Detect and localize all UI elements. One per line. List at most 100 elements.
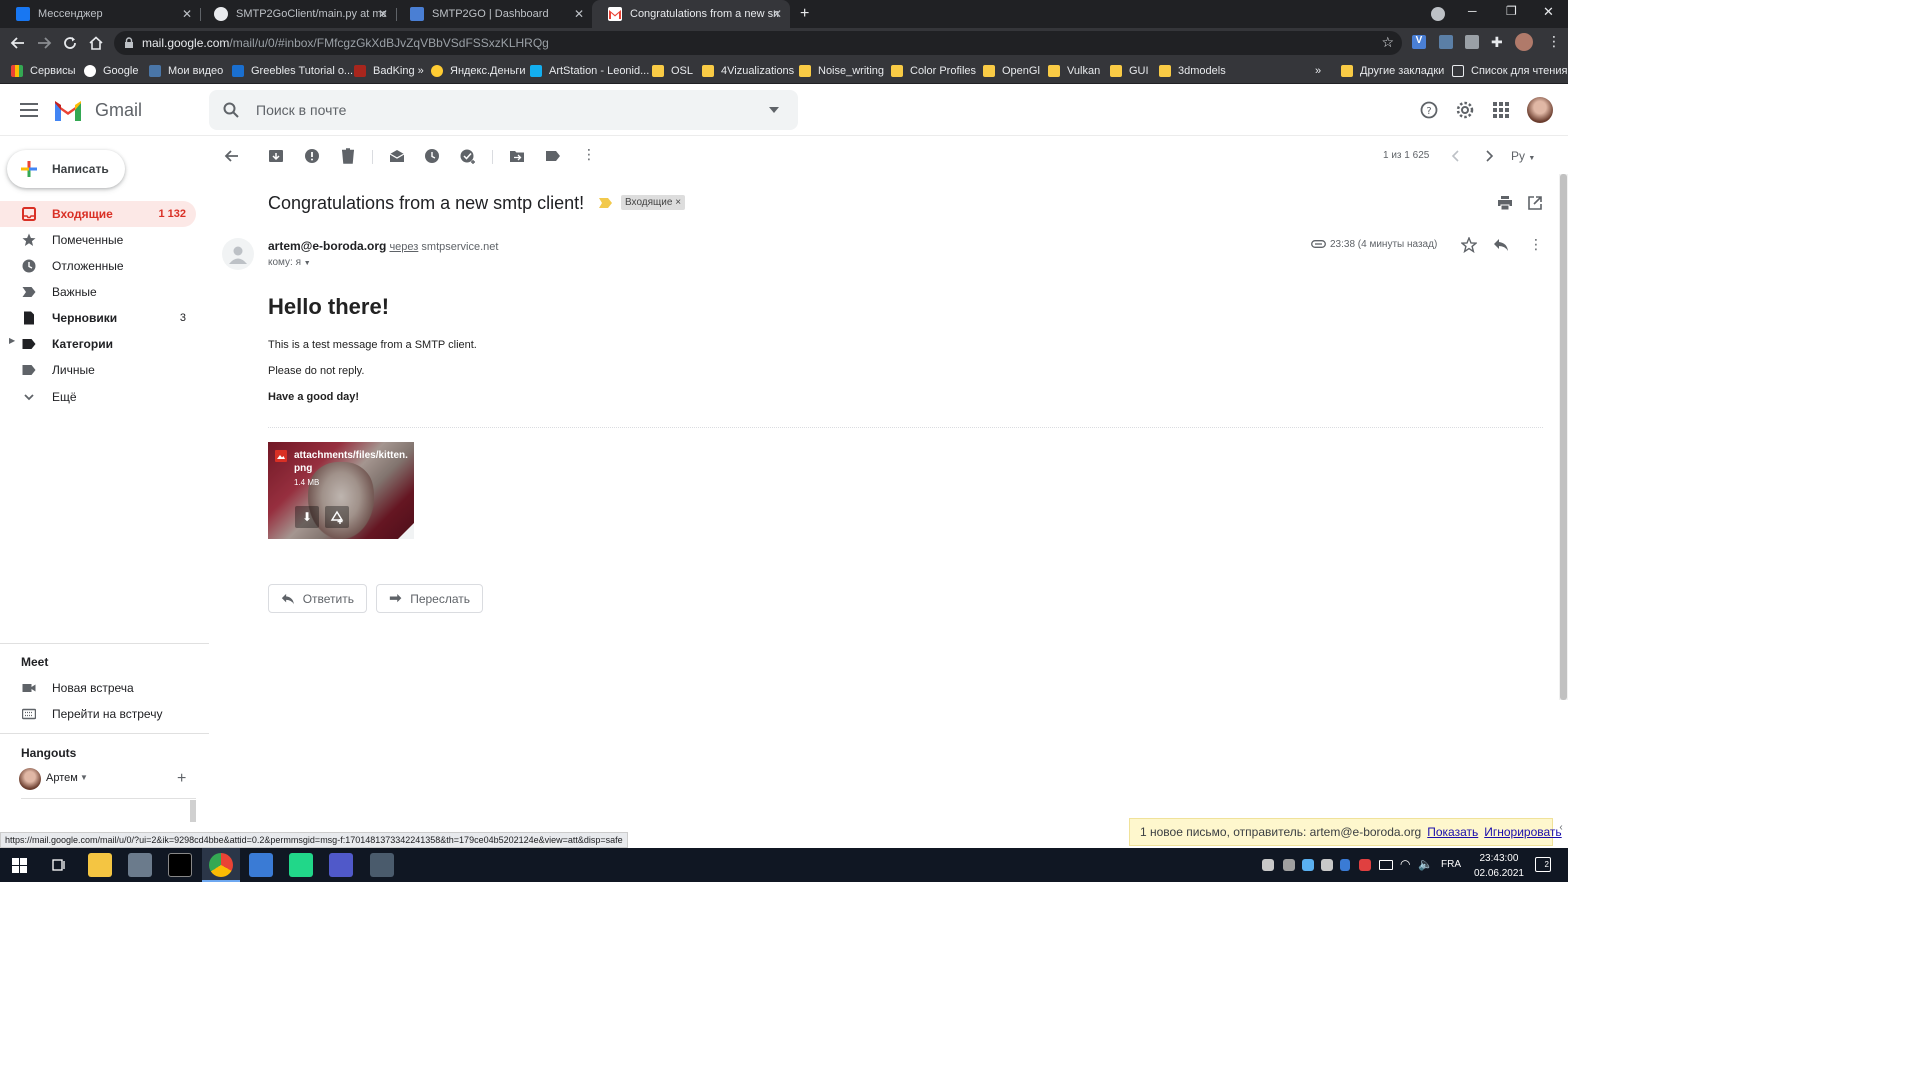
tab-github[interactable]: SMTP2GoClient/main.py at mast ✕	[198, 0, 396, 28]
meet-join-meeting[interactable]: Перейти на встречу	[0, 701, 196, 727]
new-tab-icon[interactable]: +	[800, 5, 809, 23]
forward-button[interactable]: Переслать	[376, 584, 483, 613]
bookmark-folder[interactable]: GUI	[1110, 63, 1149, 79]
minimize-icon[interactable]: ─	[1468, 4, 1477, 18]
sender-avatar[interactable]	[222, 238, 254, 270]
sidebar-item-starred[interactable]: Помеченные	[0, 227, 196, 253]
mark-unread-icon[interactable]	[389, 148, 405, 164]
more-actions-icon[interactable]: ⋮	[582, 146, 596, 163]
back-to-inbox-icon[interactable]	[223, 148, 239, 164]
bookmark-folder[interactable]: OSL	[652, 63, 693, 79]
back-icon[interactable]	[10, 35, 26, 51]
search-input[interactable]: Поиск в почте	[256, 102, 346, 118]
search-icon[interactable]	[223, 102, 239, 118]
tray-icon[interactable]	[1302, 859, 1314, 871]
settings-gear-icon[interactable]	[1456, 101, 1474, 119]
close-icon[interactable]: ✕	[574, 7, 584, 21]
print-icon[interactable]	[1497, 196, 1513, 210]
tray-icon[interactable]	[1262, 859, 1274, 871]
message-more-icon[interactable]: ⋮	[1529, 236, 1543, 253]
bookmark-folder[interactable]: Color Profiles	[891, 63, 976, 79]
via-link[interactable]: через	[389, 241, 418, 253]
tray-icon[interactable]	[1283, 859, 1295, 871]
steam-icon[interactable]	[1321, 859, 1333, 871]
chevron-left-icon[interactable]	[1448, 148, 1464, 164]
delete-icon[interactable]	[340, 148, 356, 164]
bookmark-item[interactable]: Яндекс.Деньги	[431, 63, 526, 79]
close-icon[interactable]: ✕	[182, 7, 192, 21]
bookmark-item[interactable]: ArtStation - Leonid...	[530, 63, 649, 79]
tray-icon[interactable]	[1359, 859, 1371, 871]
tab-messenger[interactable]: Мессенджер ✕	[0, 0, 200, 28]
reload-icon[interactable]	[62, 35, 78, 51]
download-icon[interactable]: ⬇	[295, 506, 319, 528]
bookmark-folder[interactable]: Noise_writing	[799, 63, 884, 79]
address-bar[interactable]: mail.google.com/mail/u/0/#inbox/FMfcgzGk…	[114, 31, 1402, 55]
extension-icon[interactable]	[1465, 35, 1479, 49]
expand-arrow-icon[interactable]: ▶	[9, 336, 15, 345]
notification-show-link[interactable]: Показать	[1427, 825, 1478, 839]
file-explorer-icon[interactable]	[88, 853, 112, 877]
sidebar-item-inbox[interactable]: Входящие 1 132	[0, 201, 196, 227]
close-icon[interactable]: ✕	[772, 7, 782, 21]
snooze-clock-icon[interactable]	[424, 148, 440, 164]
search-bar[interactable]: Поиск в почте	[209, 90, 798, 130]
sidebar-item-drafts[interactable]: Черновики 3	[0, 305, 196, 331]
visual-studio-code-icon[interactable]	[249, 853, 273, 877]
bookmark-folder[interactable]: 4Vizualizations	[702, 63, 794, 79]
window-close-icon[interactable]: ✕	[1543, 4, 1554, 20]
message-scrollbar-thumb[interactable]	[1560, 174, 1567, 700]
save-to-drive-icon[interactable]	[325, 506, 349, 528]
system-clock[interactable]: 23:43:00 02.06.2021	[1474, 851, 1524, 881]
account-avatar[interactable]	[1527, 97, 1553, 123]
apps-grid-icon[interactable]	[1493, 102, 1509, 118]
star-message-icon[interactable]	[1461, 237, 1477, 253]
remove-label-icon[interactable]: ×	[675, 197, 681, 208]
chevron-right-icon[interactable]	[1481, 148, 1497, 164]
more-bookmarks-button[interactable]: »	[1315, 63, 1321, 79]
hangouts-scrollbar[interactable]	[190, 800, 196, 822]
restore-icon[interactable]: ❐	[1506, 4, 1517, 18]
compose-button[interactable]: Написать	[7, 150, 125, 188]
tab-smtp2go[interactable]: SMTP2GO | Dashboard ✕	[394, 0, 592, 28]
notification-ignore-link[interactable]: Игнорировать	[1484, 825, 1561, 839]
reply-button[interactable]: Ответить	[268, 584, 367, 613]
volume-icon[interactable]: 🔈	[1418, 857, 1433, 871]
battery-icon[interactable]	[1379, 860, 1393, 870]
terminal-icon[interactable]	[168, 853, 192, 877]
wifi-icon[interactable]: ◠	[1400, 857, 1410, 871]
app-icon[interactable]	[370, 853, 394, 877]
hangouts-avatar[interactable]	[19, 768, 41, 790]
importance-marker-icon[interactable]	[599, 198, 613, 208]
reply-icon[interactable]	[1493, 238, 1509, 252]
sender-email[interactable]: artem@e-boroda.org	[268, 239, 386, 253]
labels-icon[interactable]	[545, 148, 561, 164]
recipient-line[interactable]: кому: я ▼	[268, 257, 311, 268]
chrome-menu-icon[interactable]: ⋮	[1547, 33, 1561, 50]
chevron-down-icon[interactable]: ▼	[304, 260, 311, 267]
close-icon[interactable]: ✕	[378, 7, 388, 21]
windows-start-icon[interactable]	[12, 858, 27, 873]
profile-avatar[interactable]	[1515, 33, 1533, 51]
bookmark-item[interactable]: Сервисы	[11, 63, 76, 79]
bookmark-star-icon[interactable]: ☆	[1381, 34, 1394, 51]
other-bookmarks-folder[interactable]: Другие закладки	[1341, 63, 1444, 79]
app-icon[interactable]	[128, 853, 152, 877]
move-to-icon[interactable]	[509, 148, 525, 164]
open-in-new-window-icon[interactable]	[1528, 196, 1542, 210]
reading-list-button[interactable]: Список для чтения	[1452, 63, 1567, 79]
hangouts-user[interactable]: Артем	[46, 772, 78, 784]
bookmark-item[interactable]: Greebles Tutorial o...	[232, 63, 353, 79]
tab-search-icon[interactable]	[1431, 7, 1445, 21]
tab-gmail-active[interactable]: Congratulations from a new smt ✕	[592, 0, 790, 28]
bookmark-folder[interactable]: OpenGl	[983, 63, 1040, 79]
add-contact-icon[interactable]: +	[177, 770, 186, 788]
input-language-button[interactable]: Ру ▼	[1511, 149, 1535, 163]
sidebar-item-important[interactable]: Важные	[0, 279, 196, 305]
sidebar-item-personal[interactable]: Личные	[0, 357, 196, 383]
search-options-icon[interactable]	[769, 107, 779, 113]
bookmark-item[interactable]: Google	[84, 63, 138, 79]
chevron-down-icon[interactable]: ▼	[80, 773, 88, 782]
action-center-icon[interactable]: 2	[1535, 857, 1551, 872]
teams-icon[interactable]	[329, 853, 353, 877]
